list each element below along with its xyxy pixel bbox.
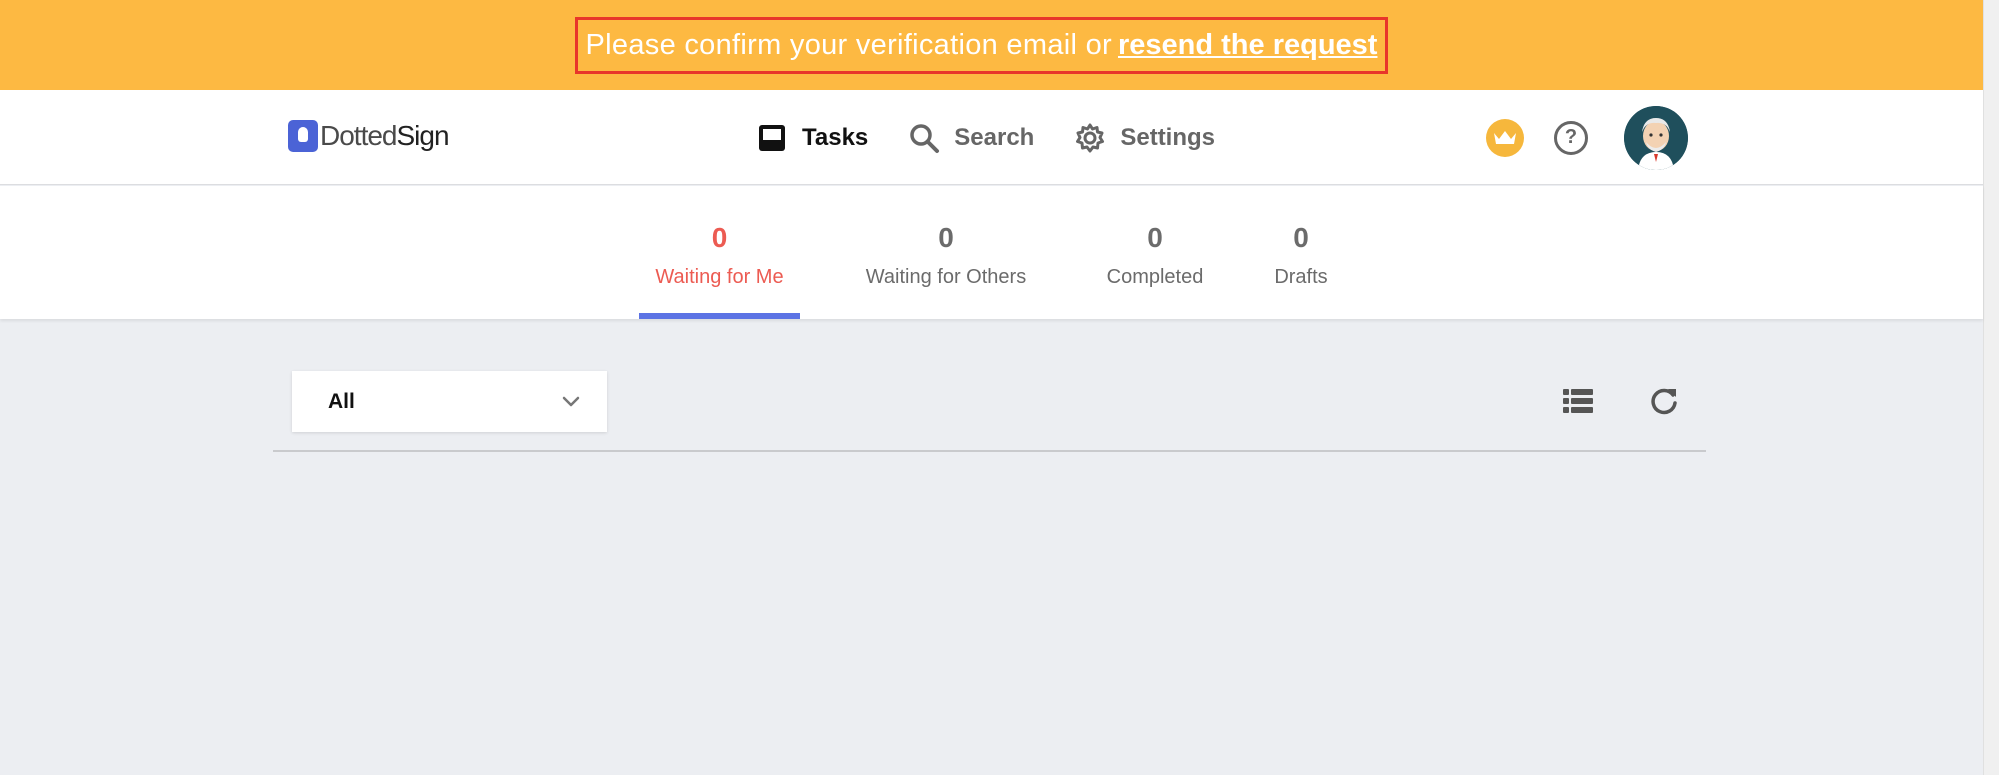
logo-mark-icon [288, 120, 318, 152]
avatar[interactable] [1624, 105, 1688, 170]
tab-count: 0 [1293, 222, 1309, 253]
task-filter-select[interactable]: All [292, 371, 607, 432]
task-list-empty [273, 452, 1706, 752]
logo-text-dotted: Dotted [320, 120, 397, 151]
banner-highlight: Please confirm your verification email o… [574, 16, 1389, 74]
tab-count: 0 [938, 222, 954, 253]
inbox-icon [756, 122, 788, 154]
dottedsign-logo[interactable]: Dotted Sign [288, 120, 450, 152]
nav-settings[interactable]: Settings [1074, 122, 1215, 154]
tab-label: Waiting for Me [655, 266, 784, 288]
nav-tasks[interactable]: Tasks [756, 122, 868, 154]
search-icon [908, 122, 940, 154]
tab-completed[interactable]: 0 Completed [1091, 222, 1219, 289]
nav-tasks-label: Tasks [802, 123, 869, 151]
tab-label: Completed [1106, 266, 1204, 288]
nav-settings-label: Settings [1120, 123, 1216, 151]
list-view-icon[interactable] [1563, 388, 1593, 414]
gear-icon [1074, 122, 1106, 154]
main-nav: Tasks Search Settings [756, 90, 1255, 185]
tab-count: 0 [1147, 222, 1163, 253]
page-scrollbar[interactable] [1983, 0, 1999, 775]
tab-waiting-for-others[interactable]: 0 Waiting for Others [846, 222, 1046, 289]
resend-request-link[interactable]: resend the request [1118, 29, 1377, 62]
refresh-icon[interactable] [1649, 386, 1679, 416]
verification-banner: Please confirm your verification email o… [0, 0, 1983, 90]
top-header: Dotted Sign Tasks Search Settings ? [0, 90, 1983, 185]
tab-label: Waiting for Others [865, 266, 1027, 288]
tab-label: Drafts [1274, 266, 1328, 288]
banner-message: Please confirm your verification email o… [585, 28, 1112, 61]
nav-search-label: Search [954, 123, 1035, 151]
nav-search[interactable]: Search [908, 122, 1034, 154]
tab-waiting-for-me[interactable]: 0 Waiting for Me [639, 222, 800, 289]
help-icon[interactable]: ? [1554, 120, 1588, 155]
active-tab-indicator [639, 313, 800, 319]
filter-selected-value: All [328, 389, 355, 413]
header-actions: ? [1486, 90, 1688, 185]
tab-count: 0 [711, 222, 728, 253]
tab-drafts[interactable]: 0 Drafts [1256, 222, 1346, 289]
chevron-down-icon [561, 391, 581, 411]
logo-text-sign: Sign [396, 120, 450, 151]
crown-icon[interactable] [1486, 118, 1524, 157]
task-status-tabs: 0 Waiting for Me 0 Waiting for Others 0 … [0, 186, 1983, 319]
